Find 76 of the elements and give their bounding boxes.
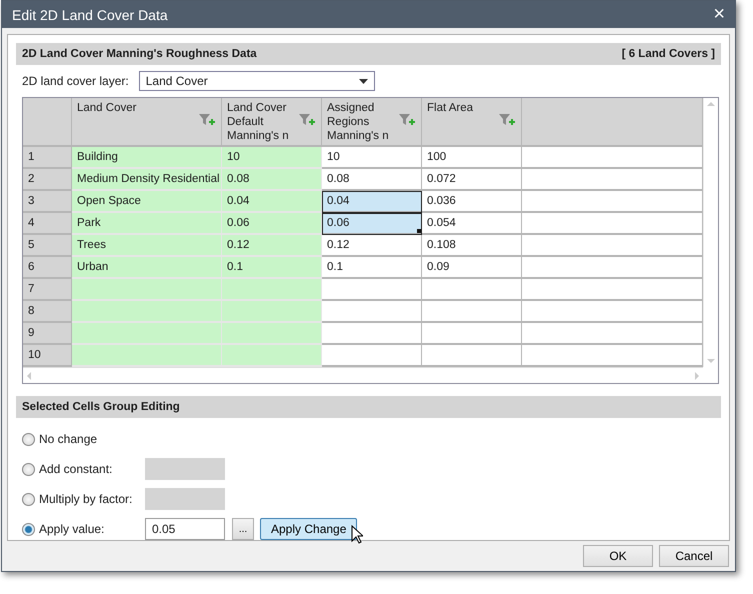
column-header[interactable]: Land Cover	[72, 98, 222, 148]
input-field[interactable]: 0.05	[145, 518, 225, 540]
row-number: 6	[23, 257, 72, 280]
table-cell[interactable]	[422, 301, 522, 324]
scroll-up-icon[interactable]	[707, 102, 715, 106]
column-header[interactable]: Assigned Regions Manning's n	[322, 98, 422, 148]
table-cell[interactable]: 0.09	[422, 257, 522, 280]
table-cell[interactable]: 100	[422, 147, 522, 170]
table-cell[interactable]: Building	[72, 147, 222, 170]
table-cell[interactable]: 0.1	[222, 257, 322, 280]
table-cell[interactable]: 0.12	[222, 235, 322, 258]
table-cell[interactable]: 0.1	[322, 257, 422, 280]
section-title: 2D Land Cover Manning's Roughness Data	[22, 48, 257, 60]
layer-dropdown[interactable]: Land Cover	[138, 71, 375, 92]
table-cell[interactable]: 0.08	[222, 169, 322, 192]
option-label: Multiply by factor:	[39, 492, 134, 506]
layer-label: 2D land cover layer:	[22, 74, 129, 88]
row-number: 2	[23, 169, 72, 192]
filter-add-icon[interactable]	[299, 113, 315, 128]
table-cell[interactable]	[422, 323, 522, 346]
filter-add-icon[interactable]	[399, 113, 415, 128]
land-cover-count: [ 6 Land Covers ]	[622, 48, 715, 60]
dialog-button[interactable]: Cancel	[659, 545, 729, 568]
table-cell[interactable]: Open Space	[72, 191, 222, 214]
table-cell[interactable]: 0.072	[422, 169, 522, 192]
dropdown-arrow-icon	[358, 78, 368, 84]
table-cell[interactable]: Urban	[72, 257, 222, 280]
table-cell[interactable]: 0.06	[222, 213, 322, 236]
table-cell[interactable]	[322, 345, 422, 368]
table-cell[interactable]	[422, 345, 522, 368]
close-button[interactable]: ×	[713, 3, 725, 26]
table-cell[interactable]: 0.04	[322, 191, 422, 214]
table-cell[interactable]: 0.054	[422, 213, 522, 236]
scroll-down-icon[interactable]	[707, 359, 715, 364]
table-cell[interactable]: 10	[322, 147, 422, 170]
dialog-button[interactable]: OK	[583, 545, 653, 568]
option-label: No change	[39, 432, 98, 446]
row-number: 10	[23, 345, 72, 368]
table-cell[interactable]: Medium Density Residential	[72, 169, 222, 192]
table-cell[interactable]	[322, 301, 422, 324]
scroll-left-icon[interactable]	[27, 372, 31, 380]
filter-add-icon[interactable]	[499, 113, 515, 128]
radio-button[interactable]	[22, 432, 35, 446]
table-cell[interactable]: Trees	[72, 235, 222, 258]
table-cell[interactable]: 0.036	[422, 191, 522, 214]
scroll-right-icon[interactable]	[695, 372, 699, 380]
corner-header	[23, 98, 72, 148]
table-cell[interactable]: Park	[72, 213, 222, 236]
window-title: Edit 2D Land Cover Data	[12, 6, 168, 23]
table-cell[interactable]: 0.12	[322, 235, 422, 258]
table-cell[interactable]	[322, 279, 422, 302]
filter-add-icon[interactable]	[199, 113, 215, 128]
section-title: Selected Cells Group Editing	[22, 401, 180, 414]
table-cell[interactable]: 0.04	[222, 191, 322, 214]
fill-handle[interactable]	[417, 229, 421, 234]
table-cell[interactable]: 10	[222, 147, 322, 170]
table-cell[interactable]: 0.108	[422, 235, 522, 258]
row-number: 3	[23, 191, 72, 214]
table-cell[interactable]: 0.06	[322, 213, 422, 236]
row-number: 1	[23, 147, 72, 170]
column-header[interactable]: Land Cover Default Manning's n	[222, 98, 322, 148]
radio-button[interactable]	[22, 522, 35, 536]
table-cell[interactable]: 0.08	[322, 169, 422, 192]
row-number: 9	[23, 323, 72, 346]
browse-button[interactable]: ...	[232, 518, 254, 540]
apply-change-button[interactable]: Apply Change	[260, 518, 358, 540]
table-cell[interactable]	[422, 279, 522, 302]
vertical-scrollbar[interactable]	[703, 98, 718, 368]
row-number: 4	[23, 213, 72, 236]
option-label: Add constant:	[39, 462, 114, 476]
column-header[interactable]: Flat Area	[422, 98, 522, 148]
row-number: 8	[23, 301, 72, 324]
table-cell[interactable]	[322, 323, 422, 346]
option-label: Apply value:	[39, 522, 106, 536]
row-number: 7	[23, 279, 72, 302]
row-number: 5	[23, 235, 72, 258]
